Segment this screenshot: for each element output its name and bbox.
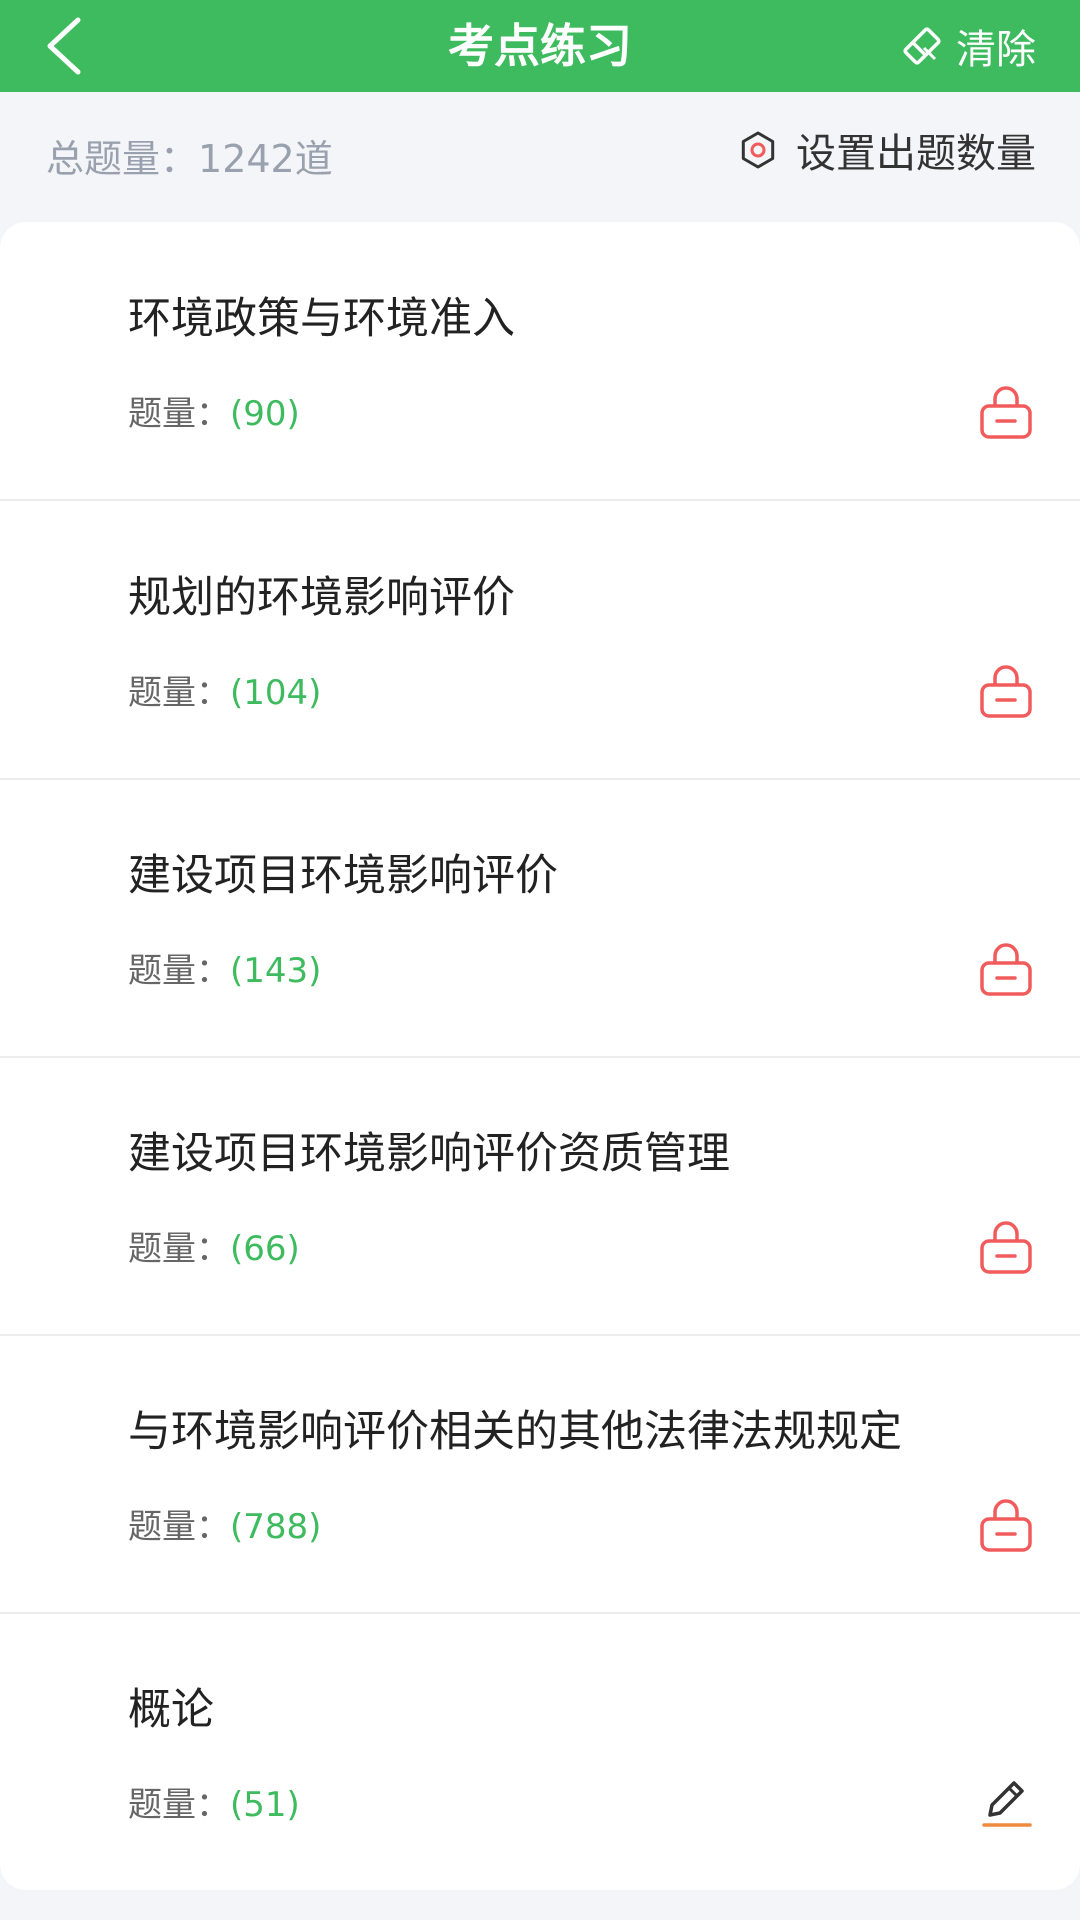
topic-count: 题量：(143)	[128, 943, 321, 992]
topic-item[interactable]: 建设项目环境影响评价资质管理 题量：(66)	[0, 1057, 1080, 1336]
count-label: 题量：	[128, 1507, 230, 1547]
topic-title: 建设项目环境影响评价	[128, 851, 558, 901]
lock-icon[interactable]	[976, 661, 1036, 721]
count-label: 题量：	[128, 1785, 230, 1825]
topic-item[interactable]: 概论 题量：(51)	[0, 1613, 1080, 1890]
set-question-count-button[interactable]: 设置出题数量	[738, 120, 1036, 180]
pencil-icon[interactable]	[976, 1773, 1036, 1833]
topic-title: 建设项目环境影响评价资质管理	[128, 1129, 730, 1179]
count-value: (143)	[230, 951, 322, 991]
topic-title: 规划的环境影响评价	[128, 573, 515, 623]
topic-item[interactable]: 建设项目环境影响评价 题量：(143)	[0, 779, 1080, 1058]
total-label: 总题量：	[46, 137, 199, 181]
settings-label: 设置出题数量	[796, 131, 1036, 177]
eraser-icon	[903, 27, 941, 65]
summary-bar: 总题量：1242道 设置出题数量	[0, 92, 1080, 222]
count-value: (66)	[230, 1229, 300, 1269]
lock-icon[interactable]	[976, 382, 1036, 442]
count-label: 题量：	[128, 1229, 230, 1269]
total-value: 1242道	[198, 137, 333, 181]
topic-title: 与环境影响评价相关的其他法律法规规定	[128, 1407, 902, 1457]
topic-item[interactable]: 规划的环境影响评价 题量：(104)	[0, 501, 1080, 780]
topic-count: 题量：(51)	[128, 1777, 300, 1826]
topic-title: 环境政策与环境准入	[128, 294, 515, 344]
lock-icon[interactable]	[976, 939, 1036, 999]
count-value: (788)	[230, 1507, 322, 1547]
topic-item[interactable]: 与环境影响评价相关的其他法律法规规定 题量：(788)	[0, 1335, 1080, 1614]
clear-button-label: 清除	[956, 27, 1036, 73]
chevron-left-icon	[47, 17, 81, 75]
lock-icon[interactable]	[976, 1217, 1036, 1277]
count-label: 题量：	[128, 951, 230, 991]
count-label: 题量：	[128, 394, 230, 434]
count-value: (90)	[230, 394, 300, 434]
count-value: (51)	[230, 1785, 300, 1825]
topic-count: 题量：(90)	[128, 386, 300, 435]
count-value: (104)	[230, 673, 322, 713]
topic-item[interactable]: 环境政策与环境准入 题量：(90)	[0, 222, 1080, 501]
back-button[interactable]	[36, 12, 104, 80]
topic-count: 题量：(788)	[128, 1499, 321, 1548]
topic-list: 环境政策与环境准入 题量：(90) 规划的环境影响评价 题量：(104) 建设项…	[0, 222, 1080, 1890]
topic-title: 概论	[128, 1685, 214, 1735]
topic-count: 题量：(66)	[128, 1221, 300, 1270]
app-header: 考点练习 清除	[0, 0, 1080, 92]
gear-icon	[741, 131, 775, 169]
total-question-count: 总题量：1242道	[46, 128, 333, 183]
topic-count: 题量：(104)	[128, 665, 321, 714]
clear-button[interactable]: 清除	[902, 16, 1036, 76]
lock-icon[interactable]	[976, 1495, 1036, 1555]
count-label: 题量：	[128, 673, 230, 713]
